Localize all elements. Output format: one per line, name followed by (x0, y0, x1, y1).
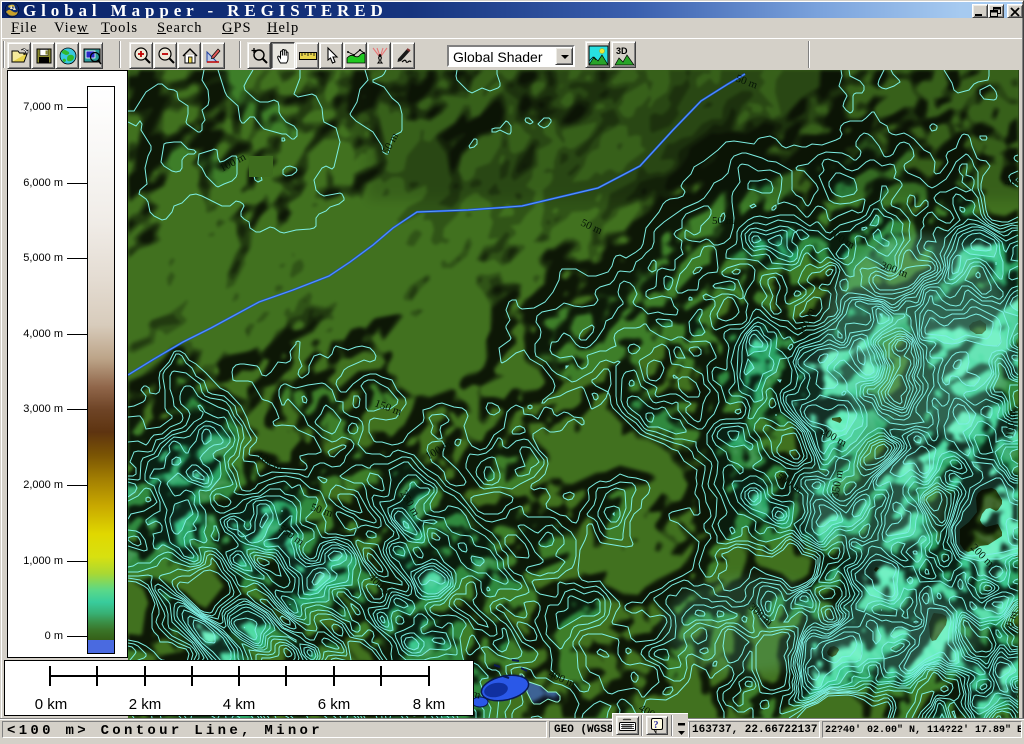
svg-text:400: 400 (1005, 176, 1019, 188)
svg-text:3D: 3D (616, 46, 628, 56)
svg-text:100 m: 100 m (1004, 409, 1018, 438)
svg-text:50 m: 50 m (712, 215, 735, 227)
svg-text:?: ? (654, 720, 659, 731)
